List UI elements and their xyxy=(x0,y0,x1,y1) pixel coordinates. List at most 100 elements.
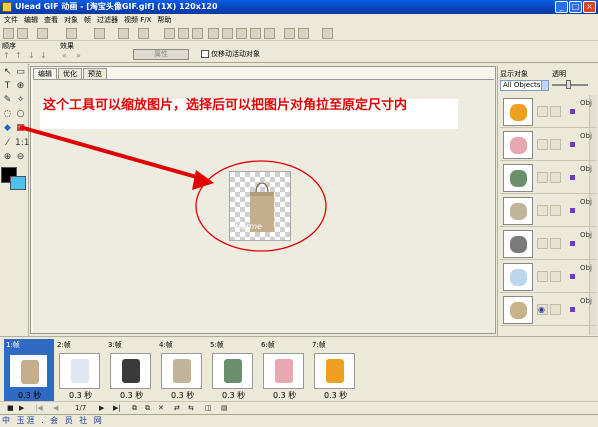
object-row[interactable]: Obj xyxy=(500,129,596,161)
lock-toggle[interactable] xyxy=(550,205,561,216)
effect-next-icon[interactable]: » xyxy=(76,52,84,60)
object-icon[interactable] xyxy=(222,28,233,39)
menu-filter[interactable]: 过滤器 xyxy=(94,14,121,26)
tab-optimize[interactable]: 优化 xyxy=(58,68,82,79)
frame-panel-options-icon[interactable]: ▤ xyxy=(221,404,228,412)
menu-object[interactable]: 对象 xyxy=(61,14,81,26)
properties-icon[interactable] xyxy=(264,28,275,39)
frame-delay[interactable]: 0.3 秒 xyxy=(222,390,245,401)
delete-frame-icon[interactable]: ✕ xyxy=(158,404,164,412)
stop-icon[interactable]: ■ xyxy=(7,404,14,412)
menu-video-fx[interactable]: 视频 F/X xyxy=(121,14,154,26)
optimize-icon[interactable] xyxy=(298,28,309,39)
play-icon[interactable]: ▶ xyxy=(19,404,24,412)
frame-wizard-icon[interactable] xyxy=(94,28,105,39)
frame-delay[interactable]: 0.3 秒 xyxy=(69,390,92,401)
tab-edit[interactable]: 编辑 xyxy=(33,68,57,79)
visibility-toggle[interactable] xyxy=(537,205,548,216)
last-frame-icon[interactable]: ▶| xyxy=(113,404,121,412)
visibility-toggle[interactable] xyxy=(537,238,548,249)
frame-delay[interactable]: 0.3 秒 xyxy=(18,390,41,401)
fill-tool-icon[interactable]: ◆ xyxy=(2,123,13,134)
minimize-button[interactable]: _ xyxy=(555,1,568,13)
add-frame-icon[interactable]: ⧉ xyxy=(132,404,137,412)
move-bottom-icon[interactable]: ↓ xyxy=(40,52,48,60)
lock-toggle[interactable] xyxy=(550,304,561,315)
menu-help[interactable]: 帮助 xyxy=(154,14,174,26)
visibility-toggle[interactable]: ◉ xyxy=(537,304,548,315)
magic-wand-tool-icon[interactable]: ✧ xyxy=(15,95,26,106)
save-icon[interactable] xyxy=(37,28,48,39)
object-row[interactable]: Obj xyxy=(500,228,596,260)
object-row[interactable]: ◉ Obj xyxy=(500,294,596,326)
transform-tool-icon[interactable]: ⊕ xyxy=(15,81,26,92)
undo-icon[interactable] xyxy=(118,28,129,39)
cut-icon[interactable] xyxy=(164,28,175,39)
image-canvas[interactable]: Herme xyxy=(229,171,291,241)
object-row[interactable]: Obj xyxy=(500,162,596,194)
paintbrush-tool-icon[interactable]: ✎ xyxy=(2,95,13,106)
text-tool-icon[interactable]: T xyxy=(2,81,13,92)
visibility-toggle[interactable] xyxy=(537,106,548,117)
frame-delay[interactable]: 0.3 秒 xyxy=(171,390,194,401)
new-file-icon[interactable] xyxy=(3,28,14,39)
eyedropper-tool-icon[interactable]: ⁄ xyxy=(2,138,13,149)
browser-preview-icon[interactable] xyxy=(284,28,295,39)
move-down-icon[interactable]: ↓ xyxy=(28,52,36,60)
menu-frame[interactable]: 帧 xyxy=(81,14,94,26)
background-color-swatch[interactable] xyxy=(10,176,26,190)
ellipse-tool-icon[interactable]: ○ xyxy=(15,109,26,120)
move-up-icon[interactable]: ↑ xyxy=(15,52,23,60)
actual-size-tool-icon[interactable]: 1:1 xyxy=(15,138,29,149)
lock-toggle[interactable] xyxy=(550,271,561,282)
object-label: Obj xyxy=(580,264,592,272)
close-button[interactable]: × xyxy=(583,1,596,13)
move-top-icon[interactable]: ↑ xyxy=(3,52,11,60)
zoom-out-tool-icon[interactable]: ⊖ xyxy=(15,152,26,163)
zoom-in-tool-icon[interactable]: ⊕ xyxy=(2,152,13,163)
lock-toggle[interactable] xyxy=(550,139,561,150)
opacity-slider-knob[interactable] xyxy=(566,80,571,89)
effects-properties-button[interactable]: 属性 xyxy=(133,49,189,60)
menu-view[interactable]: 查看 xyxy=(41,14,61,26)
previous-frame-icon[interactable]: ◀ xyxy=(53,404,58,412)
delete-icon[interactable] xyxy=(250,28,261,39)
help-icon[interactable] xyxy=(322,28,333,39)
copy-icon[interactable] xyxy=(178,28,189,39)
chevron-down-icon[interactable] xyxy=(541,80,549,91)
resize-tool-icon[interactable]: ▦ xyxy=(15,123,26,134)
frame-properties-icon[interactable]: ◫ xyxy=(205,404,212,412)
layer-icon[interactable] xyxy=(236,28,247,39)
visibility-toggle[interactable] xyxy=(537,139,548,150)
frame-delay[interactable]: 0.3 秒 xyxy=(120,390,143,401)
redo-icon[interactable] xyxy=(138,28,149,39)
maximize-button[interactable]: □ xyxy=(569,1,582,13)
reverse-frames-icon[interactable]: ⇆ xyxy=(188,404,194,412)
object-row[interactable]: Obj xyxy=(500,261,596,293)
paste-icon[interactable] xyxy=(192,28,203,39)
pick-tool-icon[interactable]: ↖ xyxy=(2,67,13,78)
lock-toggle[interactable] xyxy=(550,106,561,117)
effect-prev-icon[interactable]: « xyxy=(62,52,70,60)
tween-icon[interactable]: ⇄ xyxy=(174,404,180,412)
visibility-toggle[interactable] xyxy=(537,271,548,282)
lasso-tool-icon[interactable]: ◌ xyxy=(2,109,13,120)
visibility-toggle[interactable] xyxy=(537,172,548,183)
object-row[interactable]: Obj xyxy=(500,195,596,227)
import-icon[interactable] xyxy=(66,28,77,39)
move-active-only-checkbox[interactable] xyxy=(201,50,209,58)
duplicate-icon[interactable] xyxy=(208,28,219,39)
frame-delay[interactable]: 0.3 秒 xyxy=(273,390,296,401)
marquee-tool-icon[interactable]: ▭ xyxy=(15,67,26,78)
lock-toggle[interactable] xyxy=(550,238,561,249)
frame-delay[interactable]: 0.3 秒 xyxy=(324,390,347,401)
first-frame-icon[interactable]: |◀ xyxy=(35,404,43,412)
open-file-icon[interactable] xyxy=(17,28,28,39)
menu-edit[interactable]: 编辑 xyxy=(21,14,41,26)
object-row[interactable]: Obj xyxy=(500,96,596,128)
duplicate-frame-icon[interactable]: ⧉ xyxy=(145,404,150,412)
lock-toggle[interactable] xyxy=(550,172,561,183)
tab-preview[interactable]: 预览 xyxy=(83,68,107,79)
next-frame-icon[interactable]: ▶ xyxy=(99,404,104,412)
menu-file[interactable]: 文件 xyxy=(1,14,21,26)
